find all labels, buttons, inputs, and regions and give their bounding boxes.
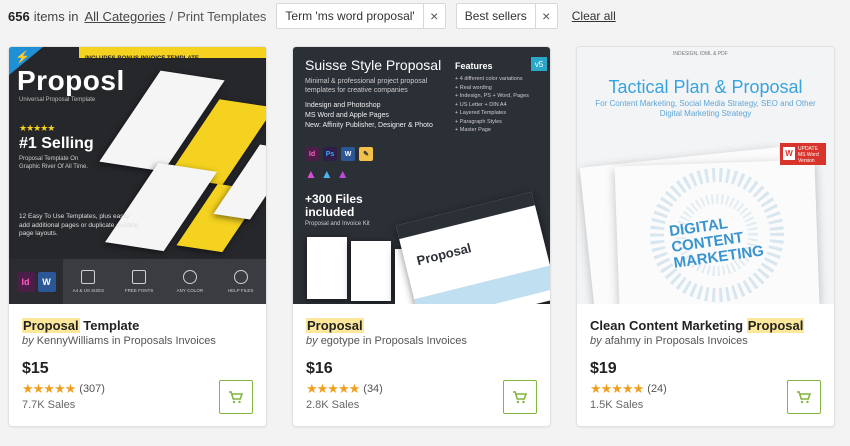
feature-fonts: FREE FONTS — [114, 259, 165, 304]
thumb-feature-strip: Id W A4 & US SIZES FREE FONTS ANY COLOR … — [9, 259, 266, 304]
sales-count: 7.7K Sales — [22, 399, 76, 411]
sales-count: 2.8K Sales — [306, 399, 360, 411]
feature-a4-us: A4 & US SIZES — [63, 259, 114, 304]
cart-icon — [797, 390, 811, 403]
remove-filter-best-sellers-button[interactable]: × — [534, 4, 557, 28]
app-icons: Id W — [9, 259, 63, 304]
star-rating-icon: ★★★★★ — [590, 381, 644, 396]
document-icon — [81, 270, 96, 284]
star-rating-icon: ★★★★★ — [306, 381, 360, 396]
product-card: INDESIGN, IDML & PDF Tactical Plan & Pro… — [576, 46, 835, 427]
review-count: (34) — [363, 383, 383, 395]
add-to-cart-button[interactable] — [219, 380, 253, 414]
thumb-rank: #1 Selling — [19, 135, 94, 152]
category-link[interactable]: Proposals Invoices — [375, 335, 467, 347]
format-tag: INDESIGN, IDML & PDF — [673, 51, 728, 57]
thumb-title: Suisse Style Proposal — [305, 57, 442, 73]
add-to-cart-button[interactable] — [503, 380, 537, 414]
product-card: ⚡ INCLUDES BONUS INVOICE TEMPLATE Propos… — [8, 46, 267, 427]
product-author-line: by afahmy in Proposals Invoices — [590, 335, 748, 347]
author-link[interactable]: egotype — [321, 335, 360, 347]
product-rating: ★★★★★ (307) — [22, 381, 105, 397]
thumb-intro: Minimal & professional project proposal … — [305, 78, 428, 94]
result-count: 656 — [8, 8, 30, 24]
pencil-icon — [132, 270, 147, 284]
product-title[interactable]: Proposal Template — [22, 318, 139, 333]
indesign-icon: Id — [16, 271, 35, 292]
star-rating-icon: ★★★★★ — [22, 381, 76, 396]
affinity-photo-icon: ▲ — [336, 167, 349, 181]
affinity-designer-icon: ▲ — [320, 167, 333, 181]
lightning-icon: ⚡ — [15, 50, 30, 64]
product-author-line: by egotype in Proposals Invoices — [306, 335, 467, 347]
aperture-icon — [182, 270, 197, 284]
version-badge: v5 — [531, 57, 547, 71]
filter-chip-term: Term 'ms word proposal' × — [276, 3, 446, 29]
breadcrumb-separator: / — [169, 8, 174, 24]
author-link[interactable]: KennyWilliams — [37, 335, 109, 347]
thumb-subtitle: Universal Proposal Template — [19, 97, 96, 103]
thumb-stars: ★★★★★ — [19, 123, 55, 133]
product-author-line: by KennyWilliams in Proposals Invoices — [22, 335, 216, 347]
thumb-title: Tactical Plan & Proposal — [608, 77, 803, 97]
all-categories-link[interactable]: All Categories — [85, 9, 166, 24]
files-count: +300 Files included — [305, 192, 363, 219]
product-rating: ★★★★★ (24) — [590, 381, 667, 397]
invoice-preview — [351, 241, 391, 301]
atom-icon — [233, 270, 248, 284]
thumb-templates-text: 12 Easy To Use Templates, plus easily ad… — [19, 213, 139, 237]
product-title[interactable]: Proposal — [306, 318, 364, 333]
thumb-brand: Proposl — [17, 65, 125, 96]
author-link[interactable]: afahmy — [605, 335, 641, 347]
thumb-apps: Indesign and Photoshop MS Word and Apple… — [305, 102, 433, 129]
invoice-preview — [307, 237, 347, 299]
sales-count: 1.5K Sales — [590, 399, 644, 411]
cart-icon — [513, 390, 527, 403]
indesign-icon: Id — [305, 147, 319, 161]
pages-icon: ✎ — [359, 147, 373, 161]
word-icon: W — [341, 147, 355, 161]
word-icon: W — [783, 147, 795, 160]
feature-help: HELP FILES — [215, 259, 266, 304]
product-price: $15 — [22, 360, 49, 377]
category-link[interactable]: Proposals Invoices — [124, 335, 216, 347]
product-thumbnail[interactable]: Suisse Style Proposal v5 Minimal & profe… — [293, 47, 550, 304]
feature-color: ANY COLOR — [165, 259, 216, 304]
current-category: Print Templates — [177, 8, 267, 24]
filter-chip-label: Best sellers — [464, 9, 527, 23]
filter-chip-label: Term 'ms word proposal' — [285, 9, 415, 23]
affinity-publisher-icon: ▲ — [305, 167, 317, 181]
filter-bar: 656 items in All Categories / Print Temp… — [8, 3, 616, 29]
cart-icon — [229, 390, 243, 403]
remove-filter-term-button[interactable]: × — [422, 4, 445, 28]
product-thumbnail[interactable]: INDESIGN, IDML & PDF Tactical Plan & Pro… — [577, 47, 834, 304]
product-rating: ★★★★★ (34) — [306, 381, 383, 397]
app-icons: Id Ps W ✎ — [305, 147, 373, 161]
bonus-banner: INCLUDES BONUS INVOICE TEMPLATE — [79, 47, 266, 62]
thumb-subtitle: For Content Marketing, Social Media Stra… — [595, 99, 816, 118]
thumb-desc: Proposal Template On Graphic River Of Al… — [19, 156, 89, 170]
review-count: (307) — [79, 383, 105, 395]
add-to-cart-button[interactable] — [787, 380, 821, 414]
items-in-label: items in — [33, 8, 79, 24]
product-price: $19 — [590, 360, 617, 377]
proposal-cover: Proposal — [395, 191, 550, 304]
affinity-icons: ▲ ▲ ▲ — [305, 167, 349, 181]
product-price: $16 — [306, 360, 333, 377]
clear-all-link[interactable]: Clear all — [572, 9, 616, 23]
update-badge: W UPDATE MS Word Version — [780, 143, 826, 165]
review-count: (24) — [647, 383, 667, 395]
product-title[interactable]: Clean Content Marketing Proposal — [590, 318, 805, 333]
word-icon: W — [37, 271, 56, 292]
features-title: Features — [455, 61, 493, 71]
kit-label: Proposal and Invoice Kit — [305, 221, 370, 227]
product-card: Suisse Style Proposal v5 Minimal & profe… — [292, 46, 551, 427]
product-thumbnail[interactable]: ⚡ INCLUDES BONUS INVOICE TEMPLATE Propos… — [9, 47, 266, 304]
category-link[interactable]: Proposals Invoices — [655, 335, 747, 347]
photoshop-icon: Ps — [323, 147, 337, 161]
features-list: + 4 different color variations + Real wo… — [455, 76, 529, 133]
filter-chip-best-sellers: Best sellers × — [455, 3, 558, 29]
